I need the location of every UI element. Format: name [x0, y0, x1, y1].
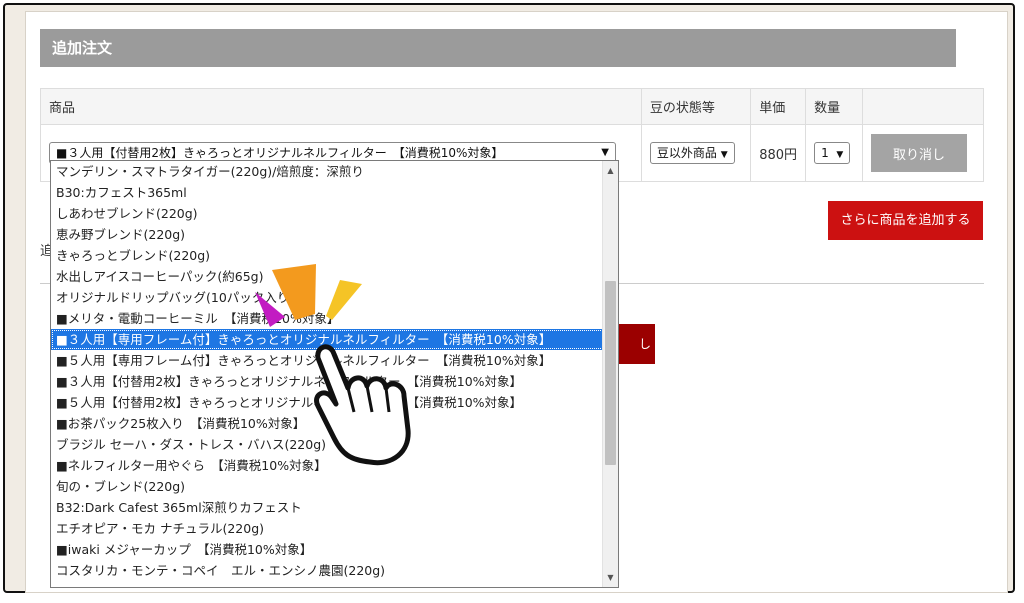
dropdown-option[interactable]: ■お茶パック25枚入り 【消費税10%対象】	[51, 413, 604, 434]
column-header-actions	[862, 88, 984, 125]
bean-state-select[interactable]: 豆以外商品 ▼	[649, 142, 735, 164]
column-header-quantity: 数量	[805, 88, 864, 125]
actions-cell: 取り消し	[862, 124, 984, 182]
column-header-bean-state: 豆の状態等	[640, 88, 752, 125]
bean-state-value: 豆以外商品	[656, 146, 717, 160]
dropdown-option[interactable]: オリジナルドリップバッグ(10パック入り)	[51, 287, 604, 308]
dropdown-option[interactable]: B30:カフェスト365ml	[51, 182, 604, 203]
quantity-value: 1	[821, 146, 829, 160]
dropdown-option[interactable]: 水出しアイスコーヒーパック(約65g)	[51, 266, 604, 287]
column-header-product: 商品	[40, 88, 642, 125]
scroll-up-arrow-icon[interactable]: ▲	[603, 163, 618, 178]
add-more-products-button[interactable]: さらに商品を追加する	[828, 201, 983, 240]
dropdown-option[interactable]: 旬の・ブレンド(220g)	[51, 476, 604, 497]
table-header-row: 商品 豆の状態等 単価 数量	[40, 88, 984, 125]
chevron-down-icon: ▼	[720, 150, 728, 160]
column-header-unit-price: 単価	[750, 88, 807, 125]
dropdown-option[interactable]: B32:Dark Cafest 365ml深煎りカフェスト	[51, 497, 604, 518]
dropdown-option[interactable]: ■５人用【付替用2枚】きゃろっとオリジナルネルフィルター 【消費税10%対象】	[51, 392, 604, 413]
dropdown-option[interactable]: ■３人用【専用フレーム付】きゃろっとオリジナルネルフィルター 【消費税10%対象…	[51, 329, 604, 350]
dropdown-option[interactable]: ■３人用【付替用2枚】きゃろっとオリジナルネルフィルター 【消費税10%対象】	[51, 371, 604, 392]
dropdown-option[interactable]: ■ネルフィルター用やぐら 【消費税10%対象】	[51, 455, 604, 476]
bean-state-cell: 豆以外商品 ▼	[640, 124, 752, 182]
unit-price-cell: 880円	[750, 124, 807, 182]
scrollbar-thumb[interactable]	[605, 281, 616, 465]
section-title: 追加注文	[40, 29, 956, 67]
quantity-select[interactable]: 1 ▼	[814, 142, 851, 164]
product-select-value: ■３人用【付替用2枚】きゃろっとオリジナルネルフィルター 【消費税10%対象】	[56, 146, 504, 160]
dropdown-option[interactable]: ■iwaki メジャーカップ 【消費税10%対象】	[51, 539, 604, 560]
dropdown-option[interactable]: コスタリカ・モンテ・コペイ エル・エンシノ農園(220g)	[51, 560, 604, 581]
dropdown-option[interactable]: きゃろっとブレンド(220g)	[51, 245, 604, 266]
quantity-cell: 1 ▼	[805, 124, 864, 182]
product-dropdown-list[interactable]: マンデリン・スマトラタイガー(220g)/焙煎度：深煎り B30:カフェスト365…	[50, 160, 619, 588]
dropdown-scrollbar[interactable]: ▲ ▼	[602, 161, 618, 587]
chevron-down-icon: ▼	[836, 150, 844, 160]
dropdown-option[interactable]: しあわせブレンド(220g)	[51, 203, 604, 224]
dropdown-option[interactable]: ■５人用【専用フレーム付】きゃろっとオリジナルネルフィルター 【消費税10%対象…	[51, 350, 604, 371]
dropdown-option[interactable]: ■メリタ・電動コーヒーミル 【消費税10%対象】	[51, 308, 604, 329]
cancel-button[interactable]: 取り消し	[871, 134, 968, 172]
dropdown-option[interactable]: ブラジル セーハ・ダス・トレス・バハス(220g)	[51, 434, 604, 455]
scroll-down-arrow-icon[interactable]: ▼	[603, 570, 618, 585]
dropdown-option[interactable]: 恵み野ブレンド(220g)	[51, 224, 604, 245]
dropdown-option[interactable]: エチオピア・モカ ナチュラル(220g)	[51, 518, 604, 539]
dropdown-option[interactable]: マンデリン・スマトラタイガー(220g)/焙煎度：深煎り	[51, 161, 604, 182]
